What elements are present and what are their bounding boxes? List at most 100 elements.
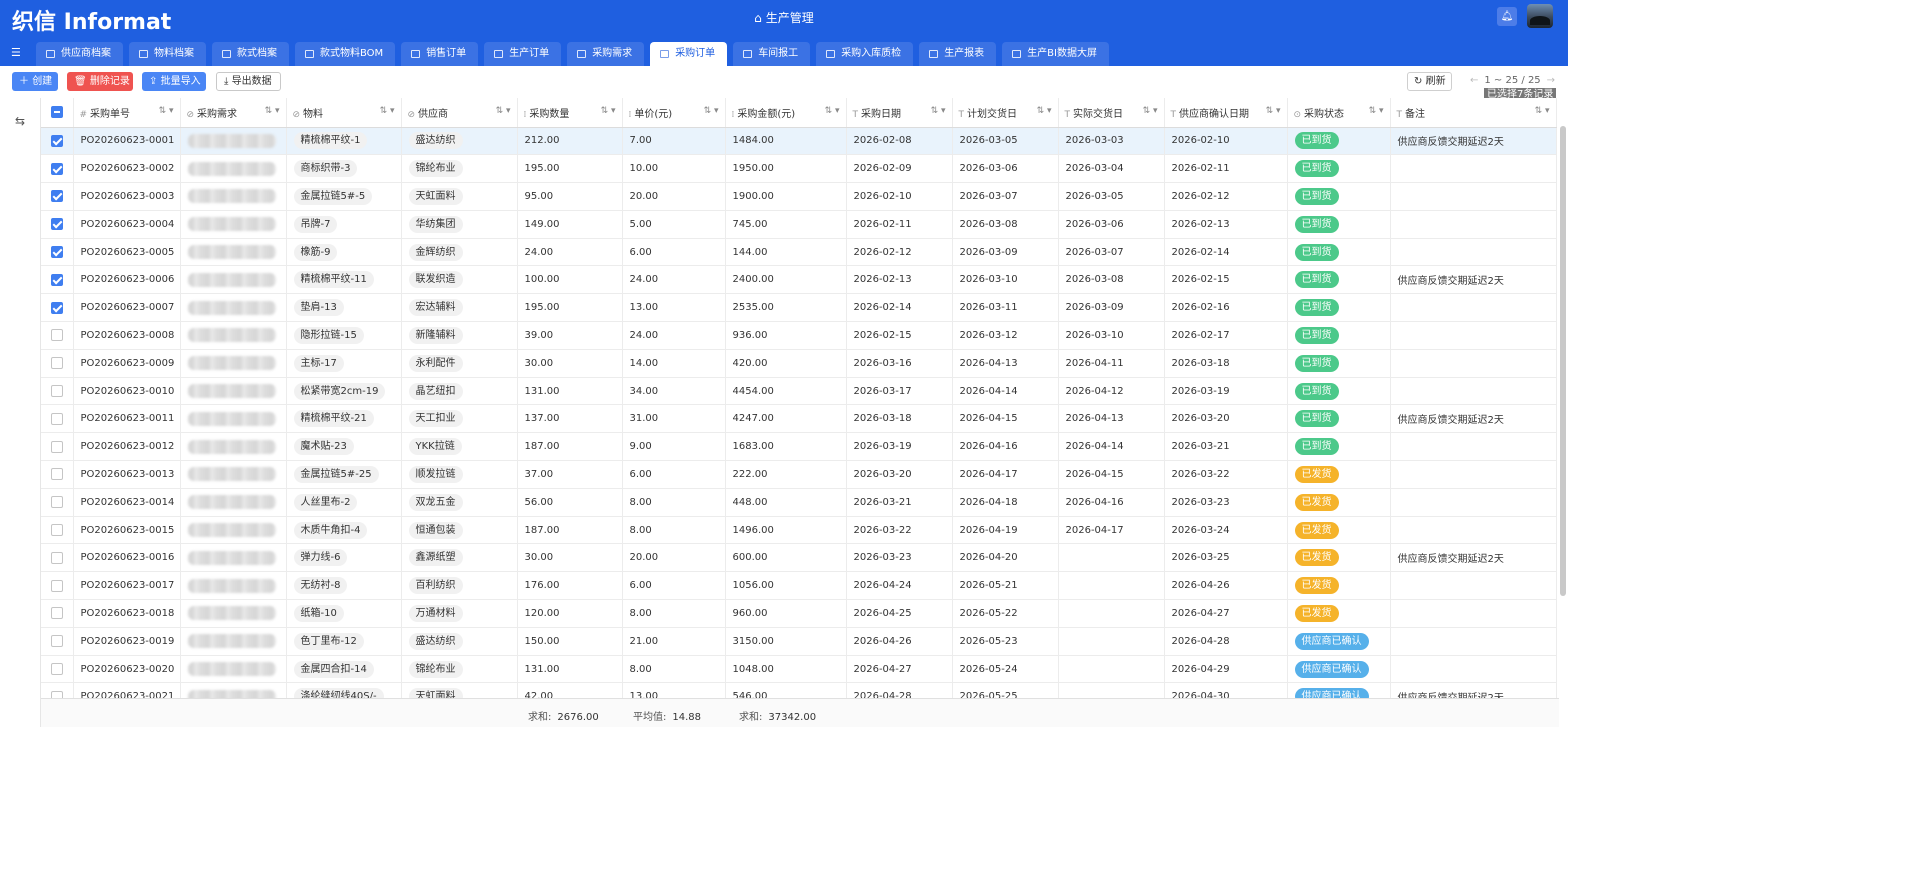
- table-row[interactable]: PO20260623-0019 色丁里布-12 盛达纺织 150.00 21.00 315…: [41, 627, 1557, 656]
- cell-note[interactable]: [1390, 655, 1557, 684]
- cell-note[interactable]: 供应商反馈交期延迟2天: [1390, 265, 1557, 295]
- cell-actual[interactable]: [1058, 571, 1165, 601]
- cell-actual[interactable]: 2026-04-17: [1058, 516, 1165, 545]
- tab-2[interactable]: 物料档案: [129, 42, 206, 66]
- cell-status[interactable]: 已发货: [1287, 488, 1391, 517]
- cell-supplier[interactable]: 锦纶布业: [401, 655, 518, 684]
- cell-actual[interactable]: 2026-03-09: [1058, 293, 1165, 323]
- cell-qty[interactable]: 195.00: [517, 154, 623, 184]
- cell-amount[interactable]: 448.00: [725, 488, 847, 517]
- cell-actual[interactable]: 2026-03-04: [1058, 154, 1165, 184]
- table-row[interactable]: PO20260623-0001 精梳棉平纹-1 盛达纺织 212.00 7.00 1484…: [41, 127, 1557, 156]
- cell-actual[interactable]: 2026-03-03: [1058, 127, 1165, 156]
- cell-pdate[interactable]: 2026-02-11: [846, 210, 953, 239]
- column-menu-icon[interactable]: ⇅ ▾: [380, 106, 395, 116]
- cell-purchase-demand[interactable]: [180, 627, 287, 656]
- cell-status[interactable]: 已发货: [1287, 460, 1391, 489]
- cell-supplier[interactable]: 锦纶布业: [401, 154, 518, 184]
- column-menu-icon[interactable]: ⇅ ▾: [159, 106, 174, 116]
- cell-pdate[interactable]: 2026-03-17: [846, 377, 953, 406]
- cell-plan[interactable]: 2026-04-18: [952, 488, 1059, 517]
- cell-pdate[interactable]: 2026-04-24: [846, 571, 953, 601]
- cell-material[interactable]: 主标-17: [286, 349, 402, 378]
- row-checkbox[interactable]: [50, 218, 63, 231]
- cell-pdate[interactable]: 2026-02-13: [846, 265, 953, 295]
- cell-pdate[interactable]: 2026-04-25: [846, 599, 953, 628]
- cell-confirm[interactable]: 2026-02-14: [1164, 238, 1288, 267]
- cell-purchase-demand[interactable]: [180, 488, 287, 517]
- cell-price[interactable]: 34.00: [622, 377, 726, 406]
- column-header-4[interactable]: ⊘ 供应商 ⇅ ▾: [401, 98, 518, 128]
- tab-6[interactable]: 生产订单: [484, 42, 562, 66]
- cell-actual[interactable]: 2026-04-12: [1058, 377, 1165, 406]
- cell-no[interactable]: PO20260623-0006: [73, 265, 181, 295]
- table-row[interactable]: PO20260623-0014 人丝里布-2 双龙五金 56.00 8.00 448.00…: [41, 488, 1557, 517]
- cell-pdate[interactable]: 2026-02-09: [846, 154, 953, 184]
- column-menu-icon[interactable]: ⇅ ▾: [825, 106, 840, 116]
- column-menu-icon[interactable]: ⇅ ▾: [265, 106, 280, 116]
- cell-note[interactable]: [1390, 516, 1557, 545]
- cell-qty[interactable]: 187.00: [517, 516, 623, 545]
- cell-plan[interactable]: 2026-05-22: [952, 599, 1059, 628]
- cell-actual[interactable]: 2026-03-05: [1058, 182, 1165, 211]
- cell-actual[interactable]: [1058, 627, 1165, 656]
- cell-qty[interactable]: 195.00: [517, 293, 623, 323]
- column-header-1[interactable]: # 采购单号 ⇅ ▾: [73, 98, 181, 128]
- cell-purchase-demand[interactable]: [180, 655, 287, 684]
- cell-pdate[interactable]: 2026-02-10: [846, 182, 953, 211]
- cell-qty[interactable]: 212.00: [517, 127, 623, 156]
- cell-pdate[interactable]: 2026-02-12: [846, 238, 953, 267]
- cell-no[interactable]: PO20260623-0018: [73, 599, 181, 628]
- cell-confirm[interactable]: 2026-02-11: [1164, 154, 1288, 184]
- table-row[interactable]: PO20260623-0015 木质牛角扣-4 恒通包装 187.00 8.00 1496…: [41, 516, 1557, 545]
- cell-confirm[interactable]: 2026-02-15: [1164, 265, 1288, 295]
- cell-confirm[interactable]: 2026-02-10: [1164, 127, 1288, 156]
- tab-4[interactable]: 款式物料BOM: [295, 42, 396, 66]
- row-checkbox[interactable]: [50, 635, 63, 648]
- cell-qty[interactable]: 176.00: [517, 571, 623, 601]
- cell-confirm[interactable]: 2026-02-17: [1164, 321, 1288, 350]
- cell-qty[interactable]: 187.00: [517, 432, 623, 462]
- cell-note[interactable]: [1390, 488, 1557, 517]
- cell-price[interactable]: 5.00: [622, 210, 726, 239]
- cell-status[interactable]: 供应商已确认: [1287, 655, 1391, 684]
- table-row[interactable]: PO20260623-0006 精梳棉平纹-11 联发织造 100.00 24.00 24…: [41, 265, 1557, 295]
- cell-material[interactable]: 木质牛角扣-4: [286, 516, 402, 545]
- cell-amount[interactable]: 1056.00: [725, 571, 847, 601]
- cell-actual[interactable]: [1058, 655, 1165, 684]
- cell-actual[interactable]: 2026-04-15: [1058, 460, 1165, 489]
- cell-no[interactable]: PO20260623-0010: [73, 377, 181, 406]
- cell-plan[interactable]: 2026-05-23: [952, 627, 1059, 656]
- cell-note[interactable]: 供应商反馈交期延迟2天: [1390, 404, 1557, 434]
- cell-confirm[interactable]: 2026-04-29: [1164, 655, 1288, 684]
- cell-amount[interactable]: 4454.00: [725, 377, 847, 406]
- cell-supplier[interactable]: 华纺集团: [401, 210, 518, 239]
- table-row[interactable]: PO20260623-0016 弹力线-6 鑫源纸塑 30.00 20.00 600.00…: [41, 543, 1557, 573]
- cell-note[interactable]: [1390, 627, 1557, 656]
- cell-qty[interactable]: 39.00: [517, 321, 623, 350]
- cell-no[interactable]: PO20260623-0008: [73, 321, 181, 350]
- row-checkbox[interactable]: [50, 246, 63, 259]
- tab-12[interactable]: 生产BI数据大屏: [1002, 42, 1109, 66]
- cell-no[interactable]: PO20260623-0001: [73, 127, 181, 156]
- cell-qty[interactable]: 100.00: [517, 265, 623, 295]
- cell-confirm[interactable]: 2026-02-13: [1164, 210, 1288, 239]
- cell-note[interactable]: 供应商反馈交期延迟2天: [1390, 543, 1557, 573]
- cell-supplier[interactable]: 顺发拉链: [401, 460, 518, 489]
- cell-material[interactable]: 金属四合扣-14: [286, 655, 402, 684]
- cell-status[interactable]: 已到货: [1287, 293, 1391, 323]
- cell-amount[interactable]: 420.00: [725, 349, 847, 378]
- cell-supplier[interactable]: 宏达辅料: [401, 293, 518, 323]
- refresh-button[interactable]: ↻ 刷新: [1407, 72, 1452, 91]
- cell-purchase-demand[interactable]: [180, 127, 287, 156]
- cell-price[interactable]: 24.00: [622, 321, 726, 350]
- cell-purchase-demand[interactable]: [180, 571, 287, 601]
- cell-supplier[interactable]: 恒通包装: [401, 516, 518, 545]
- cell-actual[interactable]: [1058, 599, 1165, 628]
- cell-status[interactable]: 已到货: [1287, 154, 1391, 184]
- row-checkbox[interactable]: [50, 579, 63, 592]
- cell-supplier[interactable]: 万通材料: [401, 599, 518, 628]
- cell-status[interactable]: 已到货: [1287, 432, 1391, 462]
- cell-purchase-demand[interactable]: [180, 432, 287, 462]
- cell-no[interactable]: PO20260623-0013: [73, 460, 181, 489]
